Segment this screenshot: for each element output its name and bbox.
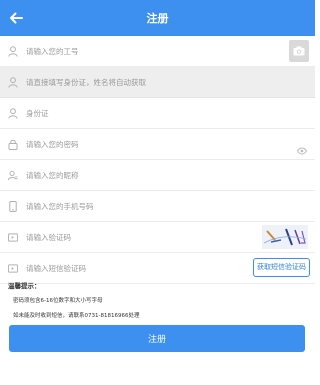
message-icon xyxy=(8,231,18,243)
employee-id-input[interactable] xyxy=(26,46,246,56)
password-input[interactable] xyxy=(26,139,246,149)
captcha-image[interactable] xyxy=(262,225,308,249)
camera-button[interactable] xyxy=(289,40,309,62)
phone-icon xyxy=(8,200,18,212)
phone-input[interactable] xyxy=(26,201,246,211)
id-card-input[interactable] xyxy=(26,77,246,87)
employee-id-row xyxy=(0,36,315,67)
message-icon xyxy=(8,262,18,274)
top-bar: 注册 xyxy=(0,0,315,36)
eye-icon[interactable] xyxy=(296,140,308,155)
camera-icon xyxy=(293,46,305,56)
captcha-input[interactable] xyxy=(26,232,246,242)
sms-code-input[interactable] xyxy=(26,263,246,273)
password-row xyxy=(0,129,315,160)
page-title: 注册 xyxy=(146,12,169,25)
tips-title: 温馨提示： xyxy=(8,282,41,290)
register-button[interactable]: 注册 xyxy=(9,325,305,352)
user-icon xyxy=(8,76,18,88)
get-sms-code-button[interactable]: 获取短信验证码 xyxy=(253,258,310,277)
user-badge-icon xyxy=(8,169,18,181)
user-icon xyxy=(8,45,18,57)
register-form: 获取短信验证码 xyxy=(0,36,315,284)
tips-section: 温馨提示： 密码须包含6-16位数字和大小写字母 如未能及时收到短信，请联系07… xyxy=(8,280,308,326)
captcha-row xyxy=(0,222,315,253)
back-arrow-icon[interactable] xyxy=(6,8,26,28)
lock-icon xyxy=(8,138,18,150)
tip-line: 如未能及时收到短信，请联系0731-81816966处理 xyxy=(13,313,140,319)
phone-row xyxy=(0,191,315,222)
id-number-row xyxy=(0,98,315,129)
tip-line: 密码须包含6-16位数字和大小写字母 xyxy=(13,298,103,304)
user-icon xyxy=(8,107,18,119)
nickname-row xyxy=(0,160,315,191)
id-card-row xyxy=(0,67,315,98)
nickname-input[interactable] xyxy=(26,170,246,180)
id-number-input[interactable] xyxy=(26,108,246,118)
